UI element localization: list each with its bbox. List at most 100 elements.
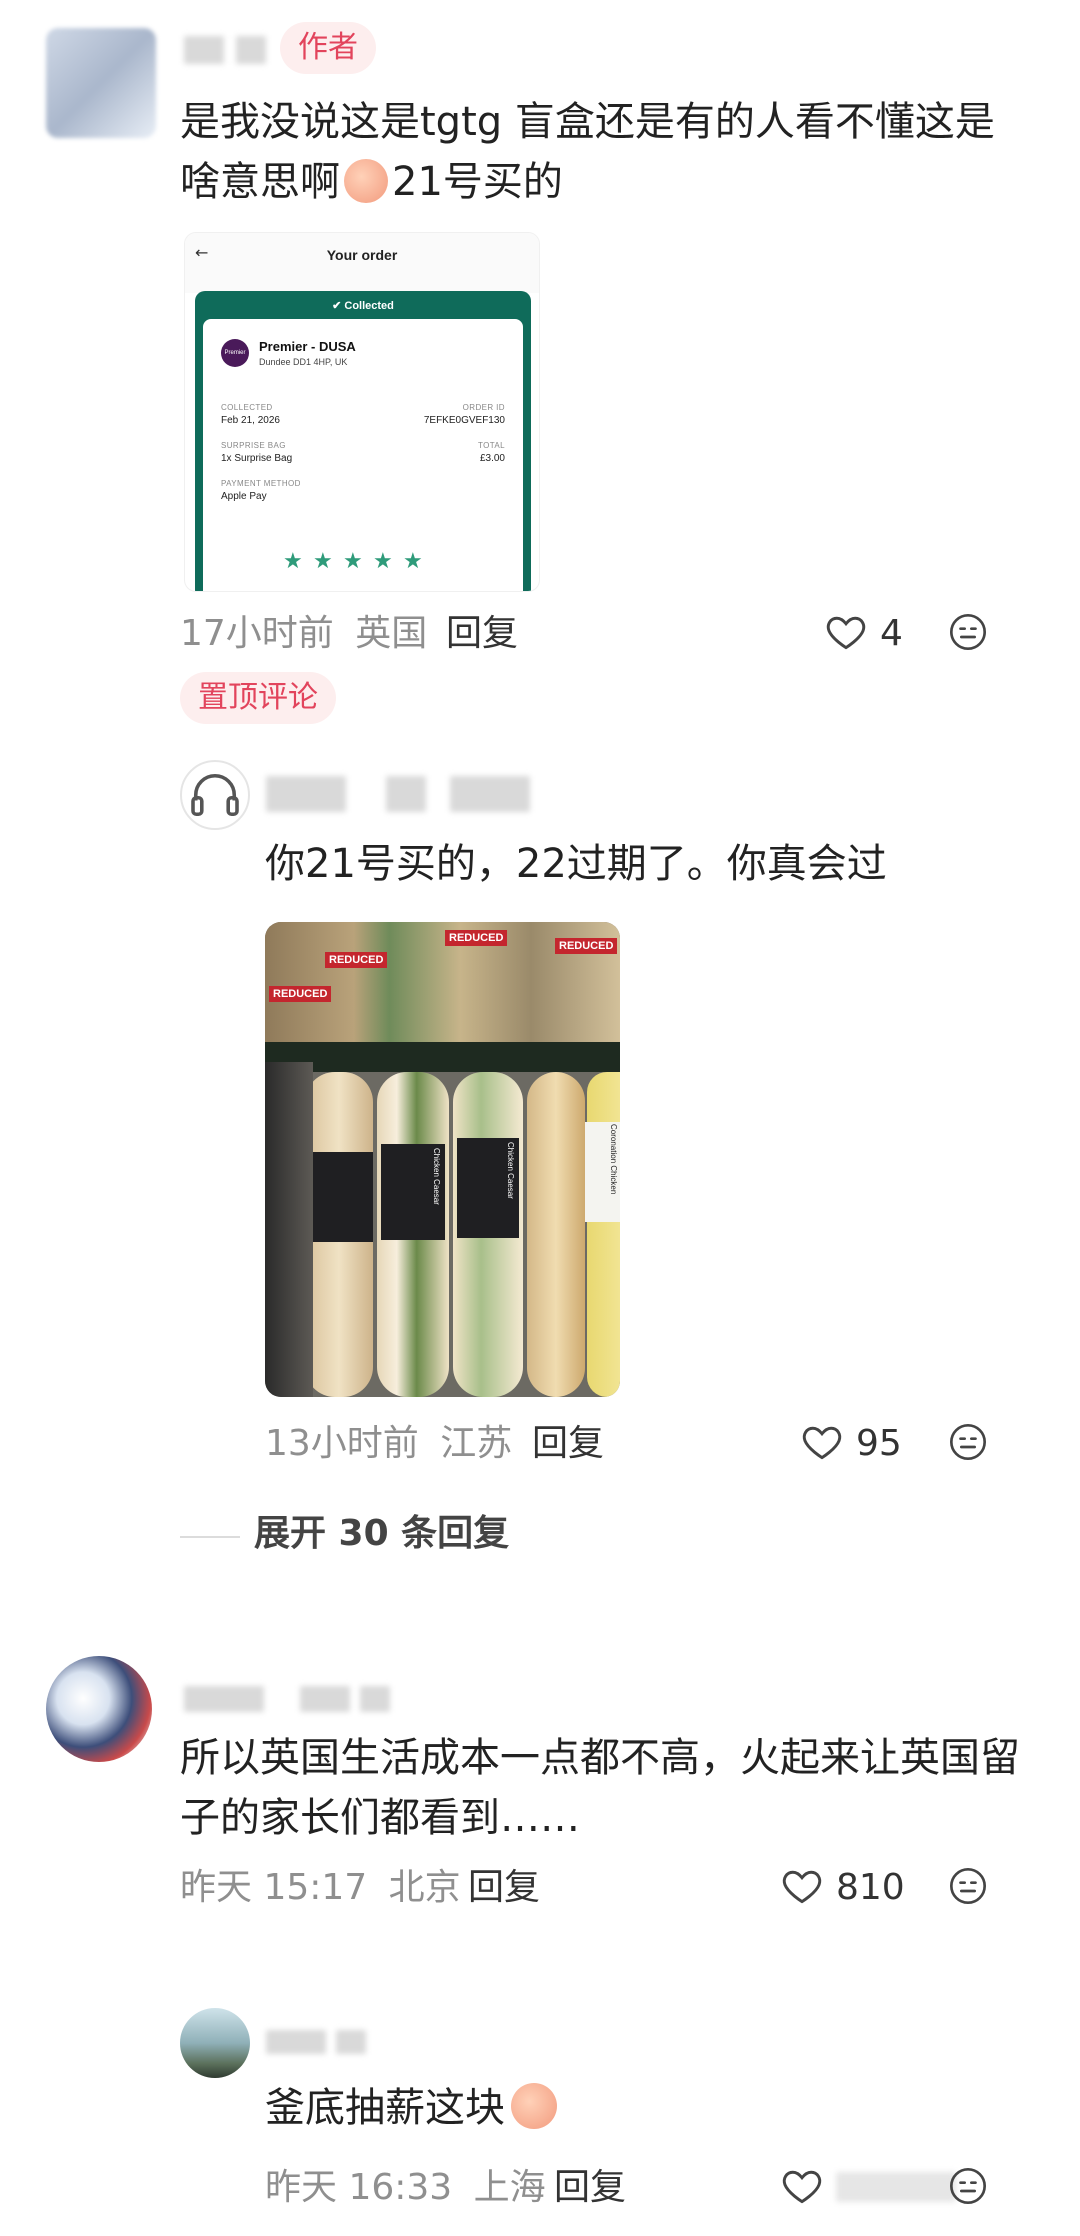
star-icon: ★ — [313, 549, 333, 574]
expand-replies[interactable]: 展开 30 条回复 — [180, 1510, 680, 1560]
headphones-icon — [191, 774, 239, 817]
heart-outline-icon — [802, 1426, 842, 1460]
reply-button[interactable]: 回复 — [554, 2166, 626, 2210]
comment-meta: 17小时前 英国 — [180, 612, 427, 656]
comment-location: 江苏 — [440, 1423, 513, 1464]
comment-meta: 昨天 16:33 上海 — [265, 2166, 546, 2210]
shelf-edge — [265, 1042, 620, 1072]
comment-meta: 昨天 15:17 北京 — [180, 1866, 461, 1910]
divider — [180, 1536, 240, 1538]
like-button[interactable]: 4 — [824, 610, 934, 658]
order-id-value: 7EFKE0GVEF130 — [423, 415, 505, 426]
face-meh-icon — [950, 1424, 986, 1460]
comment-text: 你21号买的，22过期了。你真会过 — [265, 841, 887, 887]
sandwich-label: Chicken Caesar — [381, 1144, 445, 1240]
watermark-blur — [836, 2172, 956, 2202]
like-button[interactable]: 810 — [780, 1864, 940, 1912]
comment-location: 上海 — [473, 2167, 546, 2208]
reply-comment: 釜底抽薪这块 昨天 16:33 上海 回复 — [0, 1960, 1080, 2236]
order-title: Your order — [326, 247, 398, 263]
avatar[interactable] — [180, 760, 250, 830]
comment-time: 13小时前 — [265, 1423, 419, 1464]
emoji-react-button[interactable] — [948, 1422, 988, 1462]
star-icon: ★ — [343, 549, 363, 574]
total-value: £3.00 — [479, 453, 505, 464]
photo-left-shadow — [265, 1062, 313, 1397]
emoji-react-button[interactable] — [948, 1866, 988, 1906]
like-count: 95 — [856, 1423, 902, 1464]
heart-outline-icon — [826, 616, 866, 650]
pinned-tag: 置顶评论 — [180, 672, 336, 724]
like-count: 810 — [836, 1867, 905, 1908]
username-blurred[interactable] — [266, 2030, 326, 2054]
username-blurred[interactable] — [300, 1686, 350, 1712]
order-details: Premier Premier - DUSA Dundee DD1 4HP, U… — [203, 319, 523, 591]
username-blurred[interactable] — [266, 776, 346, 812]
emoji-react-button[interactable] — [948, 2166, 988, 2206]
like-button[interactable]: 95 — [800, 1420, 940, 1468]
store-logo: Premier — [221, 339, 249, 367]
avatar[interactable] — [46, 28, 156, 138]
sandwich-label: Coronation Chicken — [585, 1122, 620, 1222]
collected-value: Feb 21, 2026 — [221, 415, 280, 426]
avatar[interactable] — [180, 2008, 250, 2078]
username-blurred[interactable] — [360, 1686, 390, 1712]
order-status: ✔ Collected — [332, 300, 394, 312]
username-blurred[interactable] — [450, 776, 530, 812]
check-circle-icon: ✔ — [332, 300, 345, 312]
payment-label: PAYMENT METHOD — [221, 479, 301, 488]
peach-emoji-icon — [511, 2083, 557, 2129]
store-name: Premier - DUSA — [259, 339, 356, 354]
emoji-react-button[interactable] — [948, 612, 988, 652]
bag-value: 1x Surprise Bag — [221, 453, 293, 464]
comment-text: 所以英国生活成本一点都不高，火起来让英国留子的家长们都看到…… — [180, 1735, 1020, 1841]
reduced-label: REDUCED — [555, 938, 618, 954]
face-meh-icon — [950, 614, 986, 650]
reduced-label: REDUCED — [325, 952, 388, 968]
username-blurred[interactable] — [184, 1686, 264, 1712]
collected-label: COLLECTED — [221, 403, 273, 412]
bag-label: SURPRISE BAG — [221, 441, 286, 450]
order-status-panel: ✔ Collected Premier Premier - DUSA Dunde… — [195, 291, 531, 591]
reply-button[interactable]: 回复 — [468, 1866, 540, 1910]
username-blurred[interactable] — [386, 776, 426, 812]
comment-meta: 13小时前 江苏 — [265, 1422, 512, 1466]
username-blurred[interactable] — [336, 2030, 366, 2054]
comment-location: 北京 — [388, 1867, 461, 1908]
avatar[interactable] — [46, 1656, 152, 1762]
comment: 所以英国生活成本一点都不高，火起来让英国留子的家长们都看到…… 昨天 15:17… — [0, 1640, 1080, 1960]
comment-text: 釜底抽薪这块 — [265, 2078, 1045, 2138]
like-button[interactable] — [780, 2164, 956, 2212]
face-meh-icon — [950, 2168, 986, 2204]
comment-time: 昨天 16:33 — [265, 2167, 453, 2208]
author-tag: 作者 — [280, 22, 376, 74]
payment-value: Apple Pay — [221, 491, 267, 502]
peach-emoji-icon — [344, 159, 388, 203]
star-icon: ★ — [283, 549, 303, 574]
reduced-label: REDUCED — [269, 986, 332, 1002]
heart-outline-icon — [782, 2170, 822, 2204]
reply-button[interactable]: 回复 — [532, 1422, 604, 1466]
reduced-label: REDUCED — [445, 930, 508, 946]
reply-button[interactable]: 回复 — [446, 612, 518, 656]
store-address: Dundee DD1 4HP, UK — [259, 357, 348, 367]
username-blurred[interactable] — [184, 36, 224, 64]
expand-replies-label[interactable]: 展开 30 条回复 — [254, 1512, 509, 1556]
face-meh-icon — [950, 1868, 986, 1904]
comment-time: 昨天 15:17 — [180, 1867, 368, 1908]
wrapper-band — [309, 1152, 373, 1242]
like-count: 4 — [880, 613, 903, 654]
heart-outline-icon — [782, 1870, 822, 1904]
baguette — [587, 1072, 620, 1397]
sandwich-photo[interactable]: REDUCED REDUCED REDUCED REDUCED Chicken … — [265, 922, 620, 1397]
comment-text: 是我没说这是tgtg 盲盒还是有的人看不懂这是啥意思啊 21号买的 — [180, 99, 995, 205]
comment-author: 作者 是我没说这是tgtg 盲盒还是有的人看不懂这是啥意思啊 21号买的 ← Yo… — [0, 0, 1080, 724]
order-id-label: ORDER ID — [462, 403, 505, 412]
order-screenshot[interactable]: ← Your order ✔ Collected Premier Premier… — [184, 232, 540, 592]
total-label: TOTAL — [477, 441, 505, 450]
baguette — [527, 1072, 585, 1397]
star-icon: ★ — [373, 549, 393, 574]
username-blurred[interactable] — [236, 36, 266, 64]
reply-comment: 你21号买的，22过期了。你真会过 REDUCED REDUCED REDUCE… — [0, 740, 1080, 1500]
star-icon: ★ — [403, 549, 423, 574]
